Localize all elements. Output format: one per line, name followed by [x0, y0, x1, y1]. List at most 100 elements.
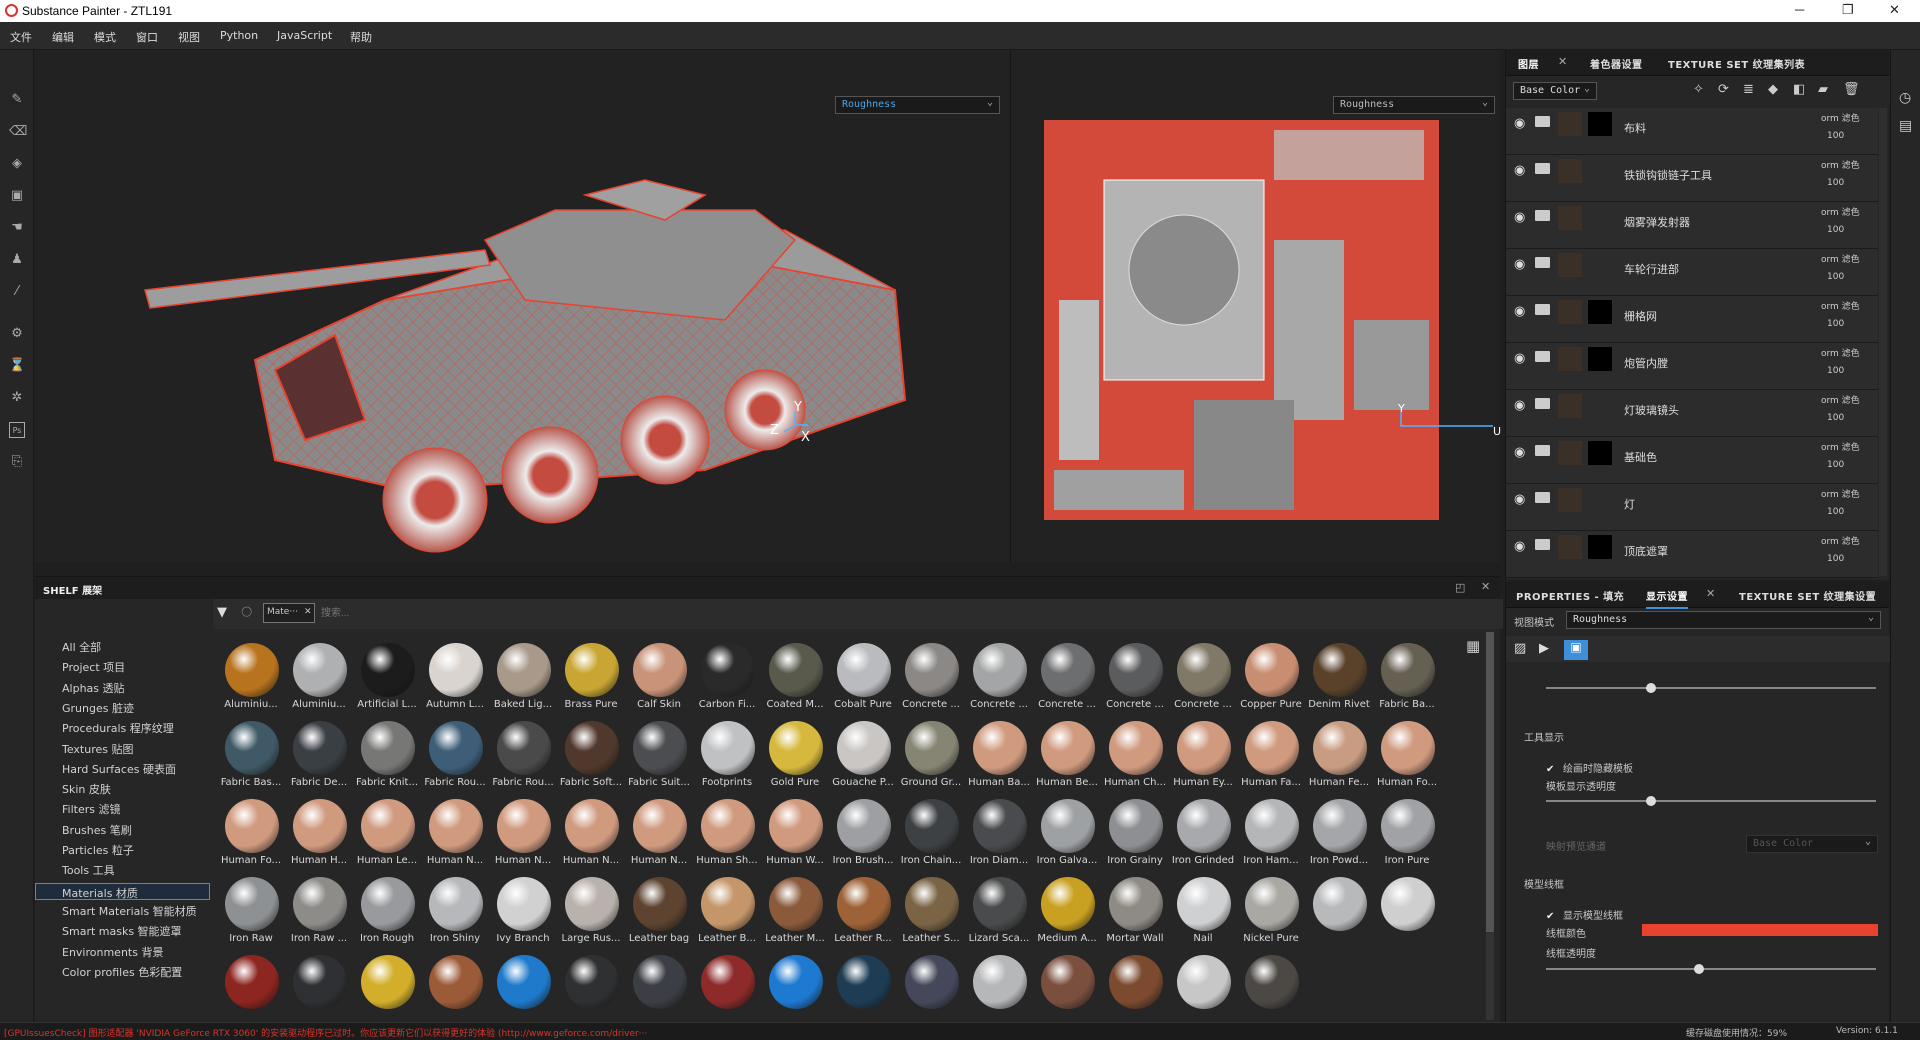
shelf-close-icon[interactable]: ✕ [1481, 580, 1490, 593]
visibility-eye-icon[interactable]: ◉ [1514, 257, 1525, 272]
view-mode-select[interactable]: Roughness [1566, 611, 1881, 629]
category-item[interactable]: Environments 背景 [62, 944, 163, 960]
layer-opacity[interactable]: 100 [1827, 225, 1844, 235]
layer-blend-mode[interactable]: orm 滤色 [1821, 252, 1860, 265]
material-item[interactable]: Cobalt Pure [829, 639, 897, 717]
material-item[interactable]: Iron Raw ... [285, 873, 353, 951]
material-item[interactable] [1373, 873, 1441, 951]
material-item[interactable] [829, 951, 897, 1029]
menu-window[interactable]: 窗口 [136, 29, 158, 45]
material-item[interactable]: Fabric Soft... [557, 717, 625, 795]
material-item[interactable] [1237, 951, 1305, 1029]
layer-blend-mode[interactable]: orm 滤色 [1821, 205, 1860, 218]
material-item[interactable]: Leather M... [761, 873, 829, 951]
material-item[interactable]: Lizard Sca... [965, 873, 1033, 951]
visibility-eye-icon[interactable]: ◉ [1514, 351, 1525, 366]
material-item[interactable]: Iron Raw [217, 873, 285, 951]
material-item[interactable]: Fabric Knit... [353, 717, 421, 795]
material-item[interactable] [489, 951, 557, 1029]
hide-stencil-checkbox[interactable]: ✔ 绘画时隐藏模板 [1546, 760, 1633, 775]
material-item[interactable] [693, 951, 761, 1029]
layer-opacity[interactable]: 100 [1827, 554, 1844, 564]
projection-icon[interactable]: ◈ [9, 156, 25, 172]
layer-blend-mode[interactable]: orm 滤色 [1821, 299, 1860, 312]
material-item[interactable]: Human H... [285, 795, 353, 873]
visibility-eye-icon[interactable]: ◉ [1514, 492, 1525, 507]
layer-blend-mode[interactable]: orm 滤色 [1821, 440, 1860, 453]
category-item[interactable]: Smart Materials 智能材质 [62, 903, 197, 919]
material-item[interactable]: Iron Ham... [1237, 795, 1305, 873]
image-icon[interactable]: ▨ [1514, 641, 1526, 656]
material-item[interactable]: Concrete ... [897, 639, 965, 717]
material-item[interactable]: Aluminiu... [285, 639, 353, 717]
material-item[interactable]: Iron Grinded [1169, 795, 1237, 873]
material-item[interactable]: Gouache P... [829, 717, 897, 795]
material-item[interactable]: Iron Rough [353, 873, 421, 951]
material-item[interactable]: Brass Pure [557, 639, 625, 717]
material-item[interactable]: Concrete ... [1033, 639, 1101, 717]
material-item[interactable]: Footprints [693, 717, 761, 795]
tab-shader-settings[interactable]: 着色器设置 [1590, 56, 1643, 71]
material-item[interactable]: Human Sh... [693, 795, 761, 873]
material-item[interactable]: Nickel Pure [1237, 873, 1305, 951]
show-wireframe-checkbox[interactable]: ✔ 显示模型线框 [1546, 907, 1623, 922]
material-item[interactable]: Ground Gr... [897, 717, 965, 795]
layers-scrollbar[interactable] [1879, 108, 1887, 576]
layer-row[interactable]: ◉ 顶底遮罩 orm 滤色 100 [1506, 531, 1878, 578]
material-item[interactable]: Human N... [489, 795, 557, 873]
material-item[interactable]: Iron Galva... [1033, 795, 1101, 873]
category-item[interactable]: Brushes 笔刷 [62, 822, 132, 838]
material-item[interactable]: Fabric Bas... [217, 717, 285, 795]
material-item[interactable]: Medium A... [1033, 873, 1101, 951]
visibility-eye-icon[interactable]: ◉ [1514, 539, 1525, 554]
category-item[interactable]: Grunges 脏迹 [62, 700, 134, 716]
layer-row[interactable]: ◉ 铁锁钩锁链子工具 orm 滤色 100 [1506, 155, 1878, 202]
material-item[interactable]: Ivy Branch [489, 873, 557, 951]
category-item[interactable]: All 全部 [62, 639, 101, 655]
viewport-3d-channel-select[interactable]: Roughness [835, 96, 1000, 114]
material-item[interactable]: Leather S... [897, 873, 965, 951]
material-item[interactable]: Autumn L... [421, 639, 489, 717]
export-icon[interactable]: ⎘ [9, 454, 25, 470]
material-item[interactable]: Human Ey... [1169, 717, 1237, 795]
category-item[interactable]: Procedurals 程序纹理 [62, 720, 174, 736]
material-item[interactable]: Concrete ... [965, 639, 1033, 717]
material-item[interactable]: Human Le... [353, 795, 421, 873]
layer-opacity[interactable]: 100 [1827, 507, 1844, 517]
material-item[interactable] [285, 951, 353, 1029]
layer-opacity[interactable]: 100 [1827, 366, 1844, 376]
viewport-uv[interactable]: Roughness Y U [1010, 50, 1501, 562]
visibility-eye-icon[interactable]: ◉ [1514, 445, 1525, 460]
viewport-3d[interactable]: Roughness Y Z X [35, 50, 1010, 562]
tab-texture-set-settings[interactable]: TEXTURE SET 纹理集设置 [1739, 588, 1876, 603]
close-button[interactable]: ✕ [1889, 2, 1900, 18]
layer-blend-mode[interactable]: orm 滤色 [1821, 487, 1860, 500]
layer-row[interactable]: ◉ 灯玻璃镜头 orm 滤色 100 [1506, 390, 1878, 437]
material-item[interactable]: Calf Skin [625, 639, 693, 717]
layer-opacity[interactable]: 100 [1827, 460, 1844, 470]
menu-edit[interactable]: 编辑 [52, 29, 74, 45]
top-slider-knob[interactable] [1646, 683, 1656, 693]
polygon-fill-icon[interactable]: ▣ [9, 188, 25, 204]
layer-row[interactable]: ◉ 炮管内膛 orm 滤色 100 [1506, 343, 1878, 390]
layer-row[interactable]: ◉ 烟雾弹发射器 orm 滤色 100 [1506, 202, 1878, 249]
add-folder-icon[interactable]: ▰ [1818, 82, 1828, 97]
material-item[interactable]: Human Fo... [1373, 717, 1441, 795]
color-picker-icon[interactable]: ⁄ [9, 284, 25, 300]
history-icon[interactable]: ◷ [1899, 90, 1911, 106]
document-icon[interactable]: ▤ [1899, 118, 1912, 134]
wand-icon[interactable]: ✧ [1693, 82, 1704, 97]
menu-view[interactable]: 视图 [178, 29, 200, 45]
material-item[interactable]: Human Fe... [1305, 717, 1373, 795]
category-item[interactable]: Materials 材质 [35, 882, 210, 900]
visibility-eye-icon[interactable]: ◉ [1514, 163, 1525, 178]
material-item[interactable]: Human W... [761, 795, 829, 873]
layer-row[interactable]: ◉ 基础色 orm 滤色 100 [1506, 437, 1878, 484]
material-item[interactable]: Fabric De... [285, 717, 353, 795]
material-item[interactable] [421, 951, 489, 1029]
clone-stamp-icon[interactable]: ♟ [9, 252, 25, 268]
tab-display-close-icon[interactable]: ✕ [1706, 587, 1715, 600]
layer-blend-mode[interactable]: orm 滤色 [1821, 111, 1860, 124]
layer-row[interactable]: ◉ 布料 orm 滤色 100 [1506, 108, 1878, 155]
visibility-eye-icon[interactable]: ◉ [1514, 304, 1525, 319]
